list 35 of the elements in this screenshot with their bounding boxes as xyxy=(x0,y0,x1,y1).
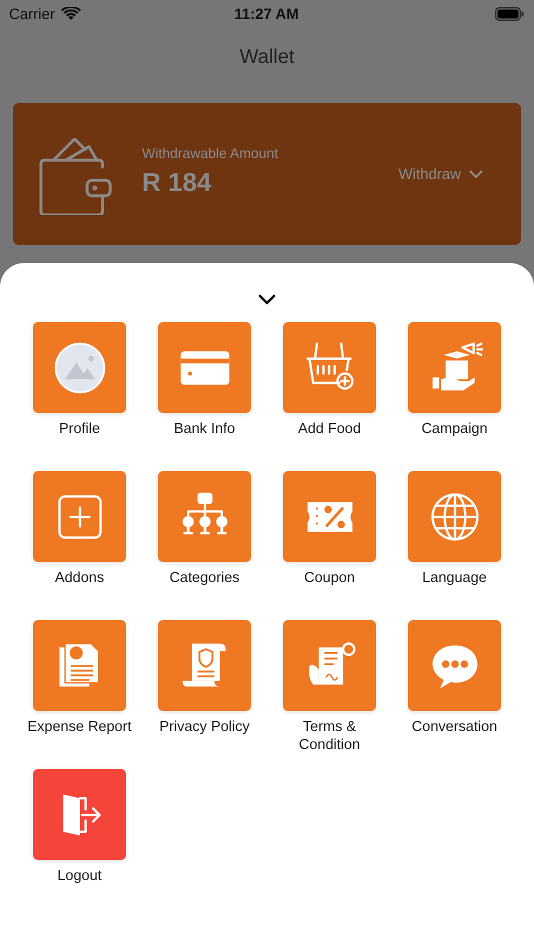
menu-label[interactable]: Conversation xyxy=(412,718,498,736)
menu-tile[interactable] xyxy=(408,620,501,711)
menu-tile[interactable] xyxy=(33,620,126,711)
menu-tile[interactable] xyxy=(283,620,376,711)
chevron-down-icon xyxy=(258,294,276,306)
menu-label[interactable]: Coupon xyxy=(304,569,355,587)
menu-tile[interactable] xyxy=(33,471,126,562)
menu-label[interactable]: Addons xyxy=(54,569,104,587)
menu-label[interactable]: Add Food xyxy=(298,420,361,438)
chevron-down-icon xyxy=(469,170,483,178)
carrier-name: Carrier xyxy=(9,6,55,22)
menu-tile[interactable] xyxy=(33,769,126,860)
menu-tile[interactable] xyxy=(33,322,126,413)
menu-label[interactable]: Campaign xyxy=(421,420,488,438)
battery-icon xyxy=(494,7,524,21)
menu-tile[interactable] xyxy=(158,471,251,562)
page-title: Wallet xyxy=(240,46,294,69)
menu-label[interactable]: Privacy Policy xyxy=(159,718,250,736)
balance-label: Withdrawable Amount xyxy=(142,144,280,160)
menu-label[interactable]: Profile xyxy=(58,420,100,438)
menu-label[interactable]: Bank Info xyxy=(174,420,236,438)
menu-tile[interactable] xyxy=(408,322,501,413)
menu-label[interactable]: Expense Report xyxy=(28,718,132,736)
menu-tile[interactable] xyxy=(408,471,501,562)
menu-tile[interactable] xyxy=(158,322,251,413)
menu-label[interactable]: Categories xyxy=(169,569,240,587)
wifi-icon xyxy=(60,7,81,21)
menu-label[interactable]: Terms & Condition xyxy=(298,718,360,754)
balance-amount: R 184 xyxy=(142,166,212,198)
menu-tile[interactable] xyxy=(283,322,376,413)
clock-time: 11:27 AM xyxy=(234,6,299,22)
menu-label[interactable]: Logout xyxy=(57,867,102,885)
menu-label[interactable]: Language xyxy=(422,569,487,587)
menu-tile[interactable] xyxy=(158,620,251,711)
menu-tile[interactable] xyxy=(283,471,376,562)
